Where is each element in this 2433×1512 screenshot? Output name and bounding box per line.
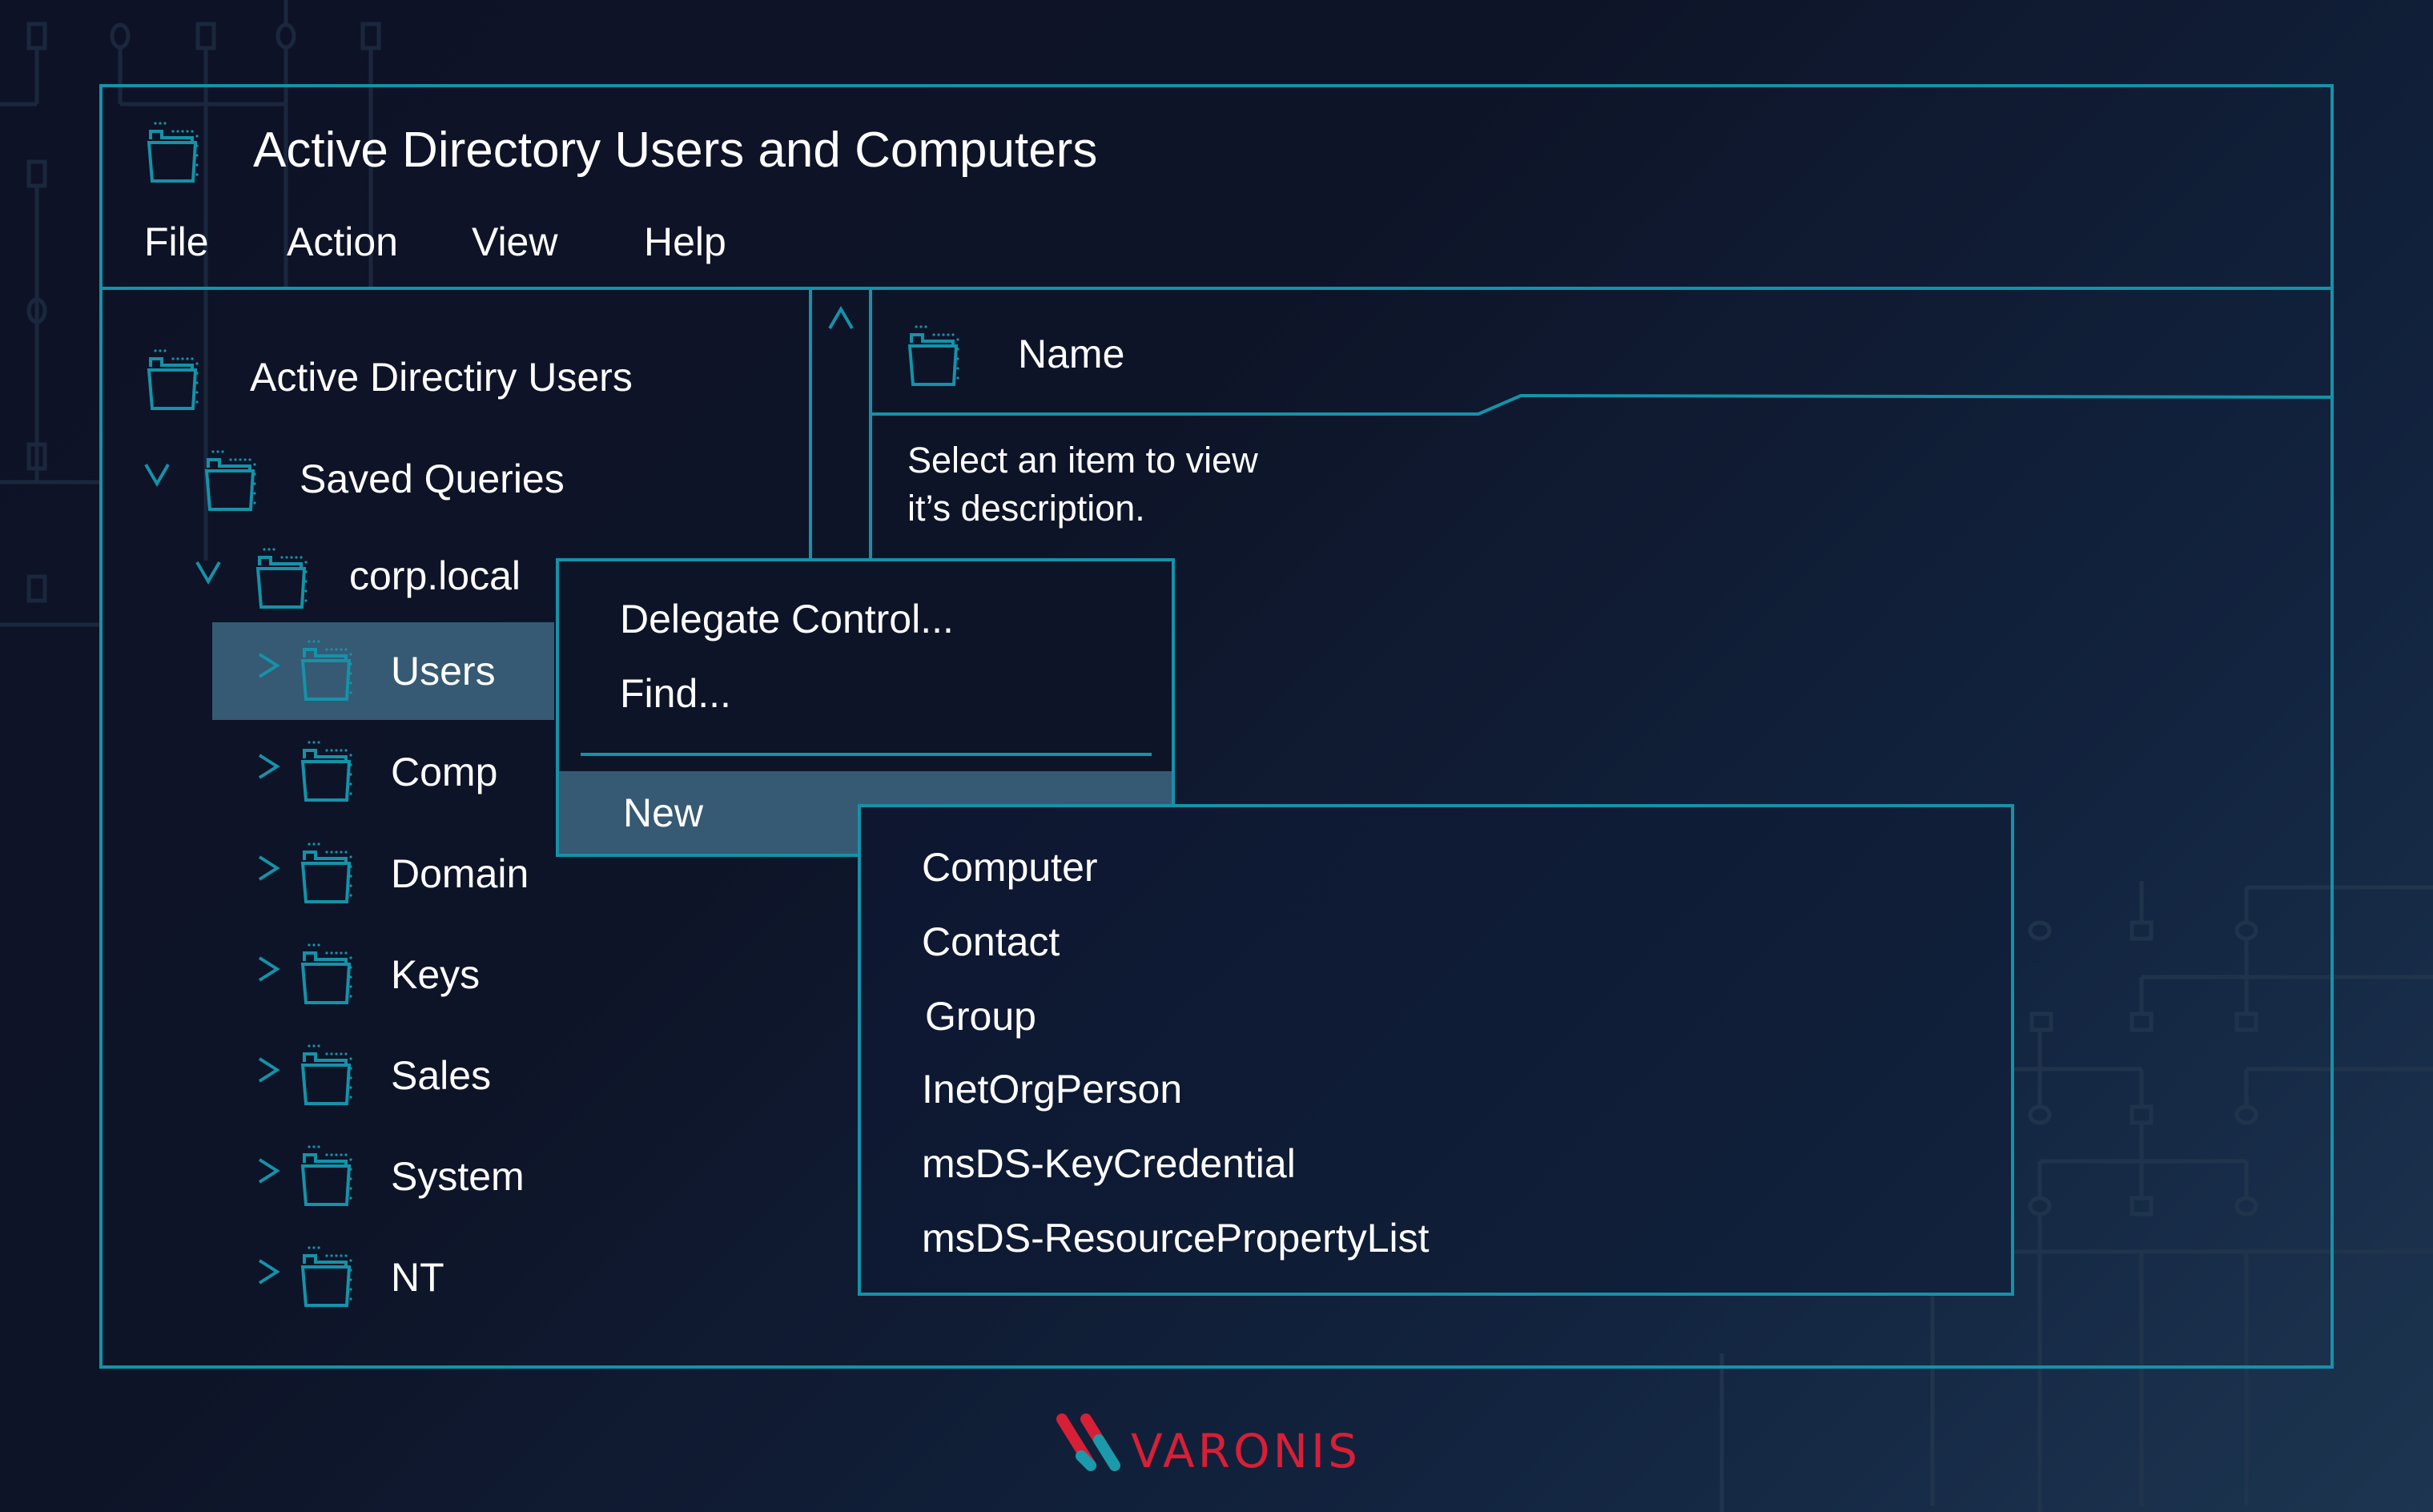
column-header-name[interactable]: Name	[1018, 328, 1124, 380]
folder-icon	[300, 1044, 352, 1105]
description-line-2: it’s description.	[907, 488, 1145, 529]
chevron-right-icon[interactable]	[251, 1256, 284, 1288]
column-header-divider	[871, 393, 2334, 416]
tree-item-users[interactable]: Users	[212, 622, 554, 720]
menu-help[interactable]: Help	[644, 216, 726, 267]
submenu-item-contact[interactable]: Contact	[922, 916, 1060, 967]
varonis-wordmark: VARONIS	[1131, 1424, 1361, 1475]
tree-item-label: Sales	[391, 1053, 492, 1098]
tree-item-label: Users	[391, 649, 496, 694]
submenu-item-inetorgperson[interactable]: InetOrgPerson	[922, 1064, 1182, 1115]
menu-separator	[581, 753, 1152, 756]
tree-item-label: Active Directiry Users	[250, 355, 633, 400]
submenu-item-group[interactable]: Group	[925, 991, 1036, 1042]
description-text: Select an item to view it’s description.	[907, 436, 1258, 533]
tree-item-nt[interactable]: NT	[212, 1228, 554, 1326]
varonis-logo-mark	[1056, 1413, 1120, 1471]
chevron-right-icon[interactable]	[251, 1155, 284, 1187]
tree-item-label: Saved Queries	[300, 456, 565, 501]
folder-icon	[300, 842, 352, 903]
folder-icon	[204, 450, 256, 511]
tree-item-keys[interactable]: Keys	[212, 926, 554, 1023]
scrollbar-border	[869, 288, 872, 559]
folder-icon	[300, 1246, 352, 1307]
tree-item-label: System	[391, 1154, 525, 1199]
menu-action[interactable]: Action	[287, 216, 398, 267]
chevron-right-icon[interactable]	[251, 953, 284, 985]
tree-item-label: Comp	[391, 750, 498, 794]
tree-item-saved-queries[interactable]: Saved Queries	[99, 434, 804, 522]
tree-item-comp[interactable]: Comp	[212, 723, 554, 821]
tree-item-label: corp.local	[349, 553, 521, 598]
chevron-right-icon[interactable]	[251, 649, 284, 682]
tree-item-sales[interactable]: Sales	[212, 1027, 554, 1124]
tree-item-domain[interactable]: Domain	[212, 825, 554, 923]
submenu-item-msds-keycredential[interactable]: msDS-KeyCredential	[922, 1138, 1296, 1189]
menu-view[interactable]: View	[472, 216, 557, 267]
tree-item-root[interactable]: Active Directiry Users	[99, 333, 804, 421]
folder-icon	[300, 741, 352, 802]
menu-item-find[interactable]: Find...	[620, 668, 731, 719]
tree-item-system[interactable]: System	[212, 1128, 554, 1225]
menu-item-new-label: New	[623, 790, 704, 835]
chevron-down-icon[interactable]	[141, 458, 173, 490]
chevron-right-icon[interactable]	[251, 1054, 284, 1086]
folder-icon	[255, 548, 308, 609]
menubar-divider	[99, 287, 2334, 290]
varonis-logo: VARONIS	[1056, 1413, 1361, 1475]
tree-item-label: Keys	[391, 952, 481, 997]
menu-item-delegate-control[interactable]: Delegate Control...	[620, 593, 954, 645]
scroll-up-chevron-icon[interactable]	[825, 304, 857, 333]
tree-pane-border	[809, 288, 812, 559]
folder-icon	[147, 349, 199, 410]
tree-item-label: NT	[391, 1255, 444, 1300]
new-submenu: Computer Contact Group InetOrgPerson msD…	[858, 804, 2014, 1296]
description-line-1: Select an item to view	[907, 440, 1258, 481]
window-title: Active Directory Users and Computers	[253, 123, 1098, 178]
submenu-item-msds-resourcepropertylist[interactable]: msDS-ResourcePropertyList	[922, 1212, 1430, 1264]
folder-icon	[300, 640, 352, 701]
menu-file[interactable]: File	[144, 216, 209, 267]
submenu-item-computer[interactable]: Computer	[922, 842, 1098, 893]
chevron-down-icon[interactable]	[192, 556, 224, 588]
folder-icon	[907, 325, 959, 386]
chevron-right-icon[interactable]	[251, 750, 284, 782]
folder-icon	[300, 1145, 352, 1206]
folder-icon	[147, 122, 199, 183]
chevron-right-icon[interactable]	[251, 852, 284, 884]
folder-icon	[300, 943, 352, 1004]
tree-item-label: Domain	[391, 851, 529, 896]
